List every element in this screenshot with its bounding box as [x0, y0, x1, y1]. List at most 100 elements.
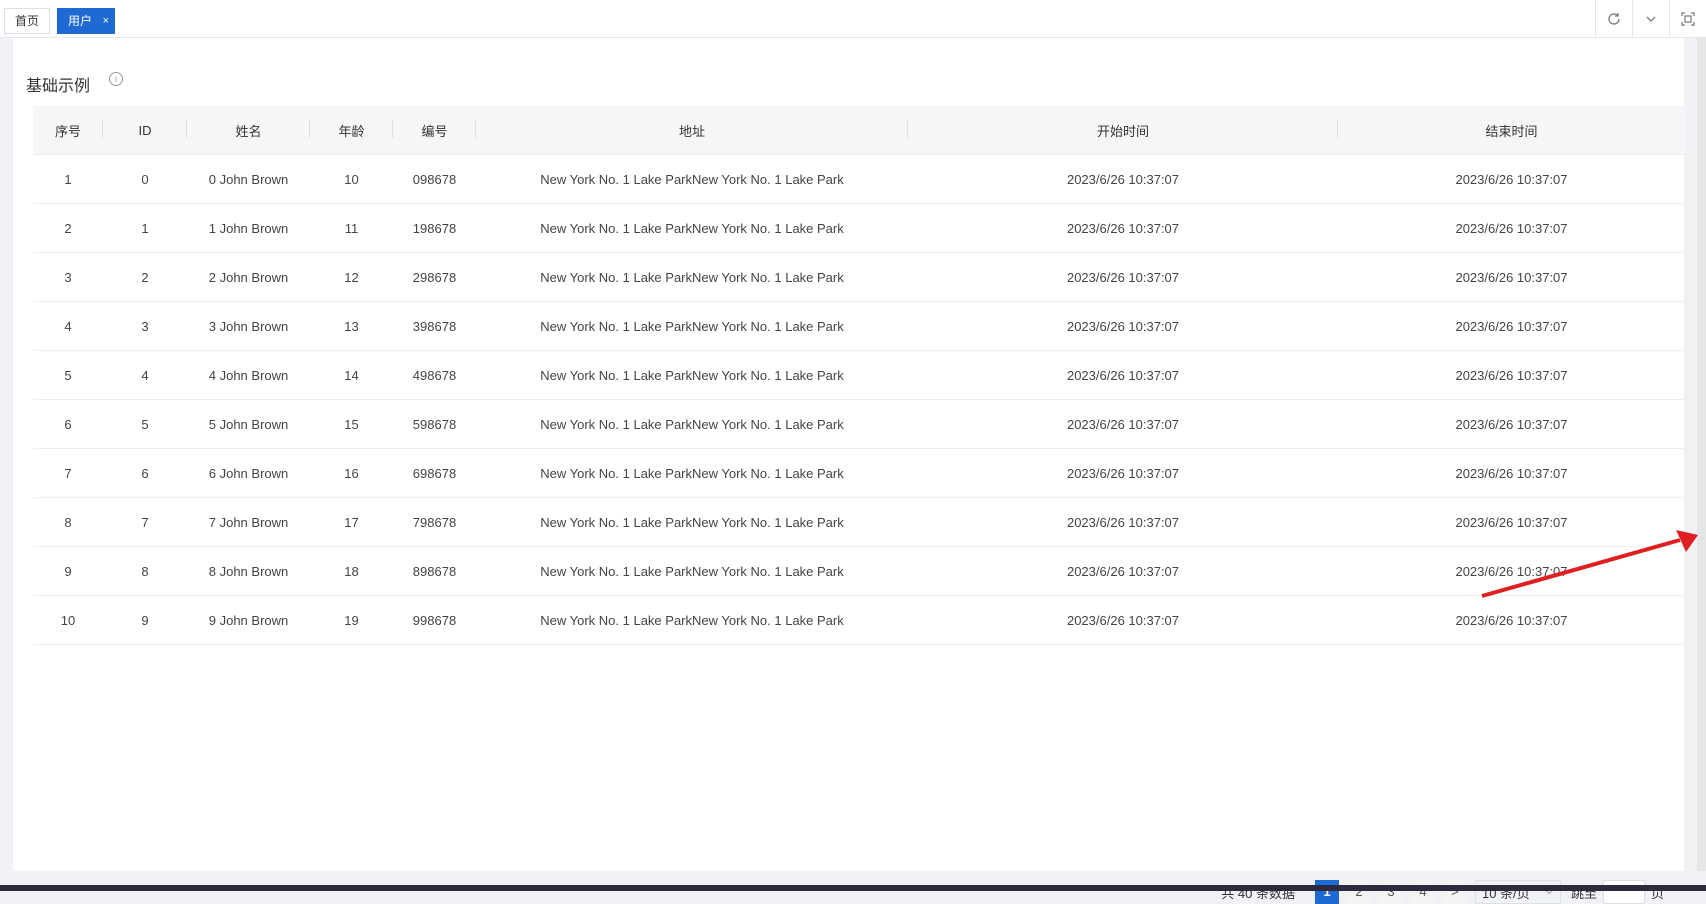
tab-close-icon[interactable]: × — [103, 9, 109, 33]
page-size-select[interactable]: 10 条/页 — [1474, 880, 1561, 904]
page-scrollbar[interactable] — [1697, 38, 1706, 871]
cell-start-time: 2023/6/26 10:37:07 — [908, 252, 1338, 302]
cell-code: 598678 — [393, 399, 476, 449]
table-row[interactable]: 10 9 9 John Brown 19 998678 New York No. 1 La… — [33, 595, 1685, 645]
cell-start-time: 2023/6/26 10:37:07 — [908, 595, 1338, 645]
column-header-id: ID — [103, 106, 187, 155]
table-row[interactable]: 877 John Brown 17 798678 New York No. 1 Lak… — [33, 497, 1685, 547]
cell-index: 7 — [33, 448, 103, 498]
cell-start-time: 2023/6/26 10:37:07 — [908, 399, 1338, 449]
table-header-row: 序号 ID 姓名 年龄 编号 地址 开始时间 结束时间 — [33, 106, 1685, 155]
cell-end-time: 2023/6/26 10:37:07 — [1338, 154, 1685, 204]
cell-name: 3 John Brown — [187, 301, 310, 351]
tab-users[interactable]: 用户 × — [57, 8, 115, 34]
cell-name: 6 John Brown — [187, 448, 310, 498]
cell-index: 5 — [33, 350, 103, 400]
cell-code: 698678 — [393, 448, 476, 498]
column-header-index: 序号 — [33, 106, 103, 155]
table-row[interactable]: 100 John Brown 10 098678 New York No. 1 Lak… — [33, 154, 1685, 204]
page-button-2[interactable]: 2 — [1346, 880, 1371, 904]
cell-id: 8 — [103, 546, 187, 596]
cell-start-time: 2023/6/26 10:37:07 — [908, 154, 1338, 204]
card-title: 基础示例 — [26, 78, 91, 95]
cell-id: 4 — [103, 350, 187, 400]
cell-age: 11 — [310, 203, 393, 253]
table-row[interactable]: 322 John Brown 12 298678 New York No. 1 Lak… — [33, 252, 1685, 302]
cell-address: New York No. 1 Lake ParkNew York No. 1 L… — [476, 399, 908, 449]
tab-home-label: 首页 — [15, 14, 40, 28]
tab-users-label: 用户 — [68, 14, 93, 28]
table-row[interactable]: 211 John Brown 11 198678 New York No. 1 Lak… — [33, 203, 1685, 253]
cell-index: 2 — [33, 203, 103, 253]
next-page-button[interactable]: > — [1442, 880, 1467, 904]
vertical-scrollbar[interactable] — [1684, 153, 1693, 873]
cell-address: New York No. 1 Lake ParkNew York No. 1 L… — [476, 546, 908, 596]
cell-code: 298678 — [393, 252, 476, 302]
cell-age: 17 — [310, 497, 393, 547]
cell-index: 6 — [33, 399, 103, 449]
cell-end-time: 2023/6/26 10:37:07 — [1338, 497, 1685, 547]
jump-page-input[interactable] — [1602, 880, 1645, 904]
cell-id: 2 — [103, 252, 187, 302]
page-button-4[interactable]: 4 — [1410, 880, 1435, 904]
tab-tools — [1595, 0, 1706, 37]
table-row[interactable]: 655 John Brown 15 598678 New York No. 1 Lak… — [33, 399, 1685, 449]
cell-id: 0 — [103, 154, 187, 204]
cell-id: 3 — [103, 301, 187, 351]
cell-name: 8 John Brown — [187, 546, 310, 596]
cell-code: 198678 — [393, 203, 476, 253]
tab-home[interactable]: 首页 — [4, 8, 50, 34]
cell-index: 9 — [33, 546, 103, 596]
content-card: 基础示例 i 序号 ID 姓名 年龄 编号 地址 开始时间 结束时间 100 J… — [13, 38, 1693, 904]
cell-id: 9 — [103, 595, 187, 645]
cell-code: 398678 — [393, 301, 476, 351]
table-row[interactable]: 988 John Brown 18 898678 New York No. 1 Lak… — [33, 546, 1685, 596]
cell-end-time: 2023/6/26 10:37:07 — [1338, 301, 1685, 351]
fullscreen-icon[interactable] — [1669, 0, 1706, 37]
refresh-icon[interactable] — [1595, 0, 1632, 37]
cell-end-time: 2023/6/26 10:37:07 — [1338, 448, 1685, 498]
cell-start-time: 2023/6/26 10:37:07 — [908, 350, 1338, 400]
cell-id: 1 — [103, 203, 187, 253]
cell-age: 18 — [310, 546, 393, 596]
table-row[interactable]: 766 John Brown 16 698678 New York No. 1 Lak… — [33, 448, 1685, 498]
cell-id: 5 — [103, 399, 187, 449]
cell-code: 798678 — [393, 497, 476, 547]
page-button-3[interactable]: 3 — [1378, 880, 1403, 904]
page-button-1[interactable]: 1 — [1314, 880, 1339, 904]
cell-name: 4 John Brown — [187, 350, 310, 400]
cell-address: New York No. 1 Lake ParkNew York No. 1 L… — [476, 301, 908, 351]
cell-id: 6 — [103, 448, 187, 498]
cell-end-time: 2023/6/26 10:37:07 — [1338, 350, 1685, 400]
table-row[interactable]: 544 John Brown 14 498678 New York No. 1 Lak… — [33, 350, 1685, 400]
cell-age: 13 — [310, 301, 393, 351]
cell-address: New York No. 1 Lake ParkNew York No. 1 L… — [476, 448, 908, 498]
table-row[interactable]: 433 John Brown 13 398678 New York No. 1 Lak… — [33, 301, 1685, 351]
cell-age: 12 — [310, 252, 393, 302]
cell-index: 4 — [33, 301, 103, 351]
cell-start-time: 2023/6/26 10:37:07 — [908, 203, 1338, 253]
column-header-code: 编号 — [393, 106, 476, 155]
cell-start-time: 2023/6/26 10:37:07 — [908, 497, 1338, 547]
cell-code: 098678 — [393, 154, 476, 204]
cell-end-time: 2023/6/26 10:37:07 — [1338, 203, 1685, 253]
pagination: 共 40 条数据 1 2 3 4 > 10 条/页 跳至 页 — [1221, 880, 1664, 904]
info-icon[interactable]: i — [109, 72, 123, 86]
cell-start-time: 2023/6/26 10:37:07 — [908, 448, 1338, 498]
cell-age: 19 — [310, 595, 393, 645]
cell-end-time: 2023/6/26 10:37:07 — [1338, 252, 1685, 302]
data-table: 序号 ID 姓名 年龄 编号 地址 开始时间 结束时间 100 John Bro… — [33, 106, 1685, 645]
cell-end-time: 2023/6/26 10:37:07 — [1338, 399, 1685, 449]
cell-address: New York No. 1 Lake ParkNew York No. 1 L… — [476, 203, 908, 253]
cell-index: 8 — [33, 497, 103, 547]
column-header-end-time: 结束时间 — [1338, 106, 1685, 155]
cell-index: 1 — [33, 154, 103, 204]
cell-age: 14 — [310, 350, 393, 400]
chevron-down-icon[interactable] — [1632, 0, 1669, 37]
cell-end-time: 2023/6/26 10:37:07 — [1338, 546, 1685, 596]
cell-id: 7 — [103, 497, 187, 547]
column-header-address: 地址 — [476, 106, 908, 155]
cell-name: 7 John Brown — [187, 497, 310, 547]
cell-address: New York No. 1 Lake ParkNew York No. 1 L… — [476, 252, 908, 302]
column-header-age: 年龄 — [310, 106, 393, 155]
